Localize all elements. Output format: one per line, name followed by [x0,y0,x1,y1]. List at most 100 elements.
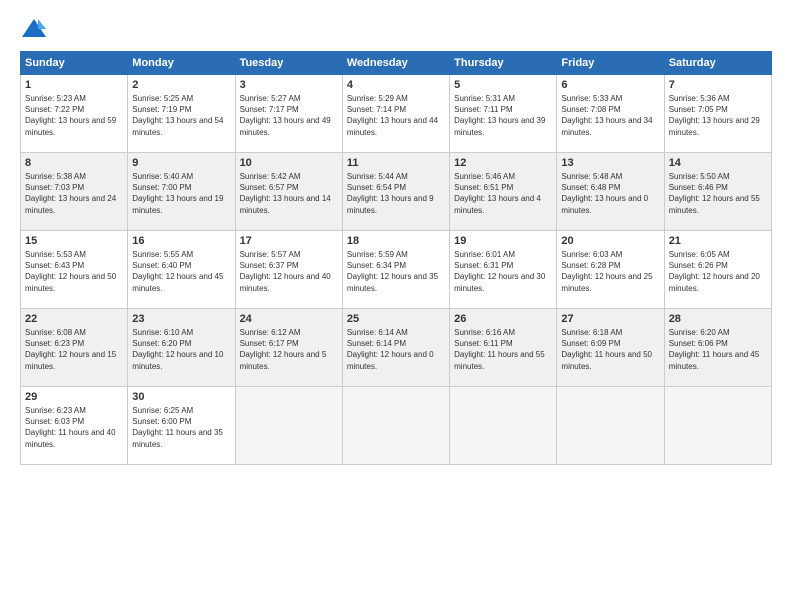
calendar-cell: 9 Sunrise: 5:40 AMSunset: 7:00 PMDaylight… [128,153,235,231]
day-number: 21 [669,235,767,247]
day-number: 17 [240,235,338,247]
day-info: Sunrise: 5:57 AMSunset: 6:37 PMDaylight:… [240,249,338,294]
day-info: Sunrise: 6:01 AMSunset: 6:31 PMDaylight:… [454,249,552,294]
calendar-cell: 4 Sunrise: 5:29 AMSunset: 7:14 PMDaylight… [342,75,449,153]
day-number: 15 [25,235,123,247]
day-info: Sunrise: 5:59 AMSunset: 6:34 PMDaylight:… [347,249,445,294]
weekday-sunday: Sunday [21,52,128,75]
calendar-cell: 13 Sunrise: 5:48 AMSunset: 6:48 PMDayligh… [557,153,664,231]
day-number: 23 [132,313,230,325]
day-number: 16 [132,235,230,247]
week-row-2: 8 Sunrise: 5:38 AMSunset: 7:03 PMDaylight… [21,153,772,231]
day-number: 4 [347,79,445,91]
day-info: Sunrise: 5:33 AMSunset: 7:08 PMDaylight:… [561,93,659,138]
week-row-4: 22 Sunrise: 6:08 AMSunset: 6:23 PMDayligh… [21,309,772,387]
day-number: 24 [240,313,338,325]
weekday-monday: Monday [128,52,235,75]
calendar-cell [450,387,557,465]
calendar-cell: 11 Sunrise: 5:44 AMSunset: 6:54 PMDayligh… [342,153,449,231]
day-info: Sunrise: 6:10 AMSunset: 6:20 PMDaylight:… [132,327,230,372]
week-row-5: 29 Sunrise: 6:23 AMSunset: 6:03 PMDayligh… [21,387,772,465]
day-number: 28 [669,313,767,325]
calendar-cell: 22 Sunrise: 6:08 AMSunset: 6:23 PMDayligh… [21,309,128,387]
day-info: Sunrise: 5:48 AMSunset: 6:48 PMDaylight:… [561,171,659,216]
weekday-saturday: Saturday [664,52,771,75]
day-info: Sunrise: 5:50 AMSunset: 6:46 PMDaylight:… [669,171,767,216]
page: SundayMondayTuesdayWednesdayThursdayFrid… [0,0,792,612]
day-info: Sunrise: 5:55 AMSunset: 6:40 PMDaylight:… [132,249,230,294]
calendar-cell: 7 Sunrise: 5:36 AMSunset: 7:05 PMDaylight… [664,75,771,153]
calendar-cell: 24 Sunrise: 6:12 AMSunset: 6:17 PMDayligh… [235,309,342,387]
calendar-cell: 14 Sunrise: 5:50 AMSunset: 6:46 PMDayligh… [664,153,771,231]
day-info: Sunrise: 5:44 AMSunset: 6:54 PMDaylight:… [347,171,445,216]
day-number: 6 [561,79,659,91]
calendar-cell [342,387,449,465]
calendar-cell: 19 Sunrise: 6:01 AMSunset: 6:31 PMDayligh… [450,231,557,309]
day-number: 11 [347,157,445,169]
weekday-tuesday: Tuesday [235,52,342,75]
day-info: Sunrise: 6:03 AMSunset: 6:28 PMDaylight:… [561,249,659,294]
day-info: Sunrise: 6:23 AMSunset: 6:03 PMDaylight:… [25,405,123,450]
day-number: 9 [132,157,230,169]
day-info: Sunrise: 5:29 AMSunset: 7:14 PMDaylight:… [347,93,445,138]
day-number: 26 [454,313,552,325]
calendar-cell: 15 Sunrise: 5:53 AMSunset: 6:43 PMDayligh… [21,231,128,309]
day-number: 22 [25,313,123,325]
day-info: Sunrise: 5:53 AMSunset: 6:43 PMDaylight:… [25,249,123,294]
calendar-cell: 23 Sunrise: 6:10 AMSunset: 6:20 PMDayligh… [128,309,235,387]
day-number: 1 [25,79,123,91]
day-info: Sunrise: 5:31 AMSunset: 7:11 PMDaylight:… [454,93,552,138]
weekday-wednesday: Wednesday [342,52,449,75]
day-number: 3 [240,79,338,91]
day-number: 12 [454,157,552,169]
logo [20,15,52,43]
calendar-table: SundayMondayTuesdayWednesdayThursdayFrid… [20,51,772,465]
day-number: 20 [561,235,659,247]
day-number: 27 [561,313,659,325]
calendar-cell: 18 Sunrise: 5:59 AMSunset: 6:34 PMDayligh… [342,231,449,309]
calendar-cell: 21 Sunrise: 6:05 AMSunset: 6:26 PMDayligh… [664,231,771,309]
day-number: 18 [347,235,445,247]
weekday-thursday: Thursday [450,52,557,75]
calendar-cell: 20 Sunrise: 6:03 AMSunset: 6:28 PMDayligh… [557,231,664,309]
day-number: 14 [669,157,767,169]
calendar-cell: 6 Sunrise: 5:33 AMSunset: 7:08 PMDaylight… [557,75,664,153]
day-info: Sunrise: 5:42 AMSunset: 6:57 PMDaylight:… [240,171,338,216]
calendar-cell: 5 Sunrise: 5:31 AMSunset: 7:11 PMDaylight… [450,75,557,153]
day-number: 29 [25,391,123,403]
calendar-cell: 8 Sunrise: 5:38 AMSunset: 7:03 PMDaylight… [21,153,128,231]
calendar-cell: 1 Sunrise: 5:23 AMSunset: 7:22 PMDaylight… [21,75,128,153]
day-info: Sunrise: 6:25 AMSunset: 6:00 PMDaylight:… [132,405,230,450]
calendar-cell: 3Sunrise: 5:27 AMSunset: 7:17 PMDaylight… [235,75,342,153]
day-number: 19 [454,235,552,247]
calendar-cell: 12Sunrise: 5:46 AMSunset: 6:51 PMDayligh… [450,153,557,231]
day-number: 13 [561,157,659,169]
day-info: Sunrise: 5:36 AMSunset: 7:05 PMDaylight:… [669,93,767,138]
day-info: Sunrise: 5:25 AMSunset: 7:19 PMDaylight:… [132,93,230,138]
calendar-cell: 25Sunrise: 6:14 AMSunset: 6:14 PMDayligh… [342,309,449,387]
calendar-cell: 16 Sunrise: 5:55 AMSunset: 6:40 PMDayligh… [128,231,235,309]
calendar-cell: 26 Sunrise: 6:16 AMSunset: 6:11 PMDayligh… [450,309,557,387]
day-number: 8 [25,157,123,169]
day-number: 5 [454,79,552,91]
day-info: Sunrise: 6:08 AMSunset: 6:23 PMDaylight:… [25,327,123,372]
calendar-cell: 2 Sunrise: 5:25 AMSunset: 7:19 PMDaylight… [128,75,235,153]
week-row-1: 1 Sunrise: 5:23 AMSunset: 7:22 PMDaylight… [21,75,772,153]
day-number: 7 [669,79,767,91]
weekday-header-row: SundayMondayTuesdayWednesdayThursdayFrid… [21,52,772,75]
day-info: Sunrise: 6:20 AMSunset: 6:06 PMDaylight:… [669,327,767,372]
calendar-cell [557,387,664,465]
calendar-cell: 17 Sunrise: 5:57 AMSunset: 6:37 PMDayligh… [235,231,342,309]
calendar-cell: 30Sunrise: 6:25 AMSunset: 6:00 PMDayligh… [128,387,235,465]
day-info: Sunrise: 5:23 AMSunset: 7:22 PMDaylight:… [25,93,123,138]
day-number: 2 [132,79,230,91]
header [20,15,772,43]
calendar-cell: 27Sunrise: 6:18 AMSunset: 6:09 PMDayligh… [557,309,664,387]
day-info: Sunrise: 6:16 AMSunset: 6:11 PMDaylight:… [454,327,552,372]
day-info: Sunrise: 6:05 AMSunset: 6:26 PMDaylight:… [669,249,767,294]
day-info: Sunrise: 5:38 AMSunset: 7:03 PMDaylight:… [25,171,123,216]
day-info: Sunrise: 5:40 AMSunset: 7:00 PMDaylight:… [132,171,230,216]
day-number: 25 [347,313,445,325]
week-row-3: 15 Sunrise: 5:53 AMSunset: 6:43 PMDayligh… [21,231,772,309]
day-info: Sunrise: 6:12 AMSunset: 6:17 PMDaylight:… [240,327,338,372]
